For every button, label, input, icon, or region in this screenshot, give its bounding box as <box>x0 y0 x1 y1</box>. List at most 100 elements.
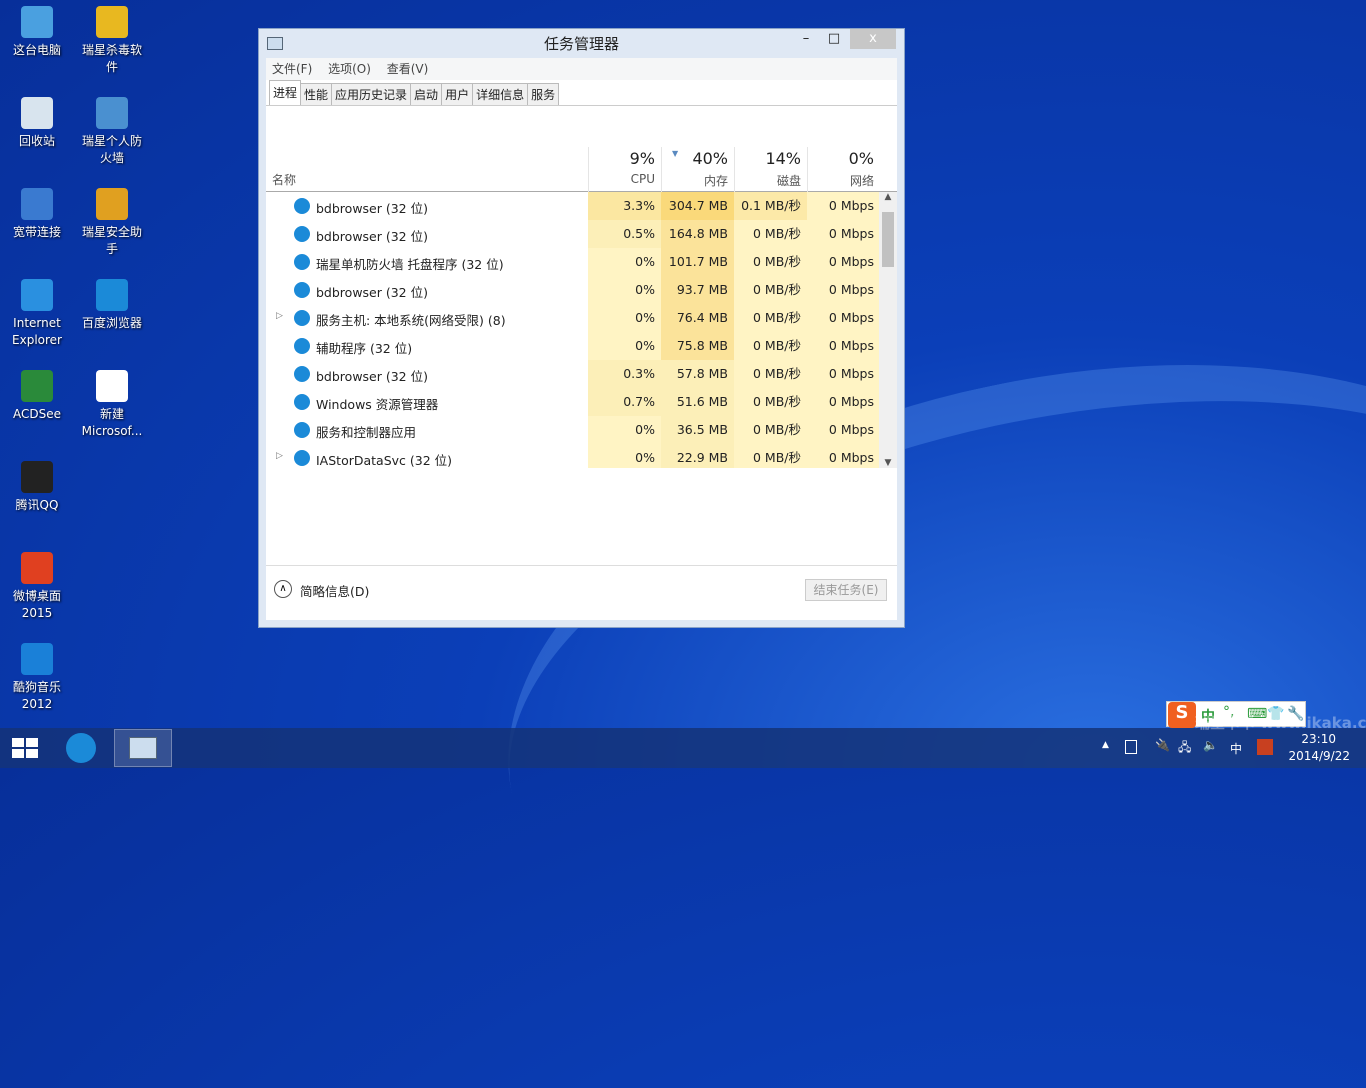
scroll-up-icon[interactable]: ▲ <box>879 192 897 202</box>
process-network: 0 Mbps <box>807 192 879 220</box>
desktop-icon-label: 瑞星安全助手 <box>81 225 142 256</box>
tab-app-history[interactable]: 应用历史记录 <box>331 83 412 105</box>
column-usage: 14% <box>765 149 801 168</box>
process-disk: 0 MB/秒 <box>734 444 807 468</box>
desktop-icon[interactable]: 微博桌面 2015 <box>2 552 72 622</box>
tab-startup[interactable]: 启动 <box>410 83 443 105</box>
minimize-button[interactable]: – <box>792 29 820 49</box>
process-row[interactable]: bdbrowser (32 位) 3.3% 304.7 MB 0.1 MB/秒 0 Mb… <box>266 192 879 220</box>
menu-file[interactable]: 文件(F) <box>272 58 312 80</box>
process-row[interactable]: 辅助程序 (32 位) 0% 75.8 MB 0 MB/秒 0 Mbps <box>266 332 879 360</box>
desktop-icon-label: 腾讯QQ <box>15 498 59 512</box>
desktop-icon-image <box>96 97 128 129</box>
process-cpu: 0% <box>588 444 661 468</box>
scroll-thumb[interactable] <box>882 212 894 267</box>
desktop-icon-label: 微博桌面 2015 <box>12 589 61 620</box>
tab-bar: 进程 性能 应用历史记录 启动 用户 详细信息 服务 <box>266 80 897 106</box>
desktop-icon-image <box>21 97 53 129</box>
expand-icon[interactable]: ▷ <box>276 311 283 321</box>
power-icon[interactable]: 🔌 <box>1155 738 1170 752</box>
desktop-icon[interactable]: 新建 Microsof... <box>77 370 147 440</box>
process-cpu: 0.5% <box>588 220 661 248</box>
start-button[interactable] <box>12 738 38 758</box>
desktop-icon[interactable]: 瑞星杀毒软件 <box>77 6 147 76</box>
expand-icon[interactable]: ▷ <box>276 451 283 461</box>
menu-options[interactable]: 选项(O) <box>328 58 371 80</box>
column-cpu[interactable]: 9% CPU <box>588 147 661 192</box>
process-row[interactable]: ▷ 服务主机: 本地系统(网络受限) (8) 0% 76.4 MB 0 MB/秒 0 Mb… <box>266 304 879 332</box>
desktop-icon[interactable]: 瑞星个人防火墙 <box>77 97 147 167</box>
show-hidden-icons[interactable]: ▲ <box>1102 740 1109 750</box>
sogou-tray-icon[interactable] <box>1257 739 1273 755</box>
process-name: IAStorDataSvc (32 位) <box>316 453 453 468</box>
process-row[interactable]: bdbrowser (32 位) 0% 93.7 MB 0 MB/秒 0 Mbps <box>266 276 879 304</box>
process-network: 0 Mbps <box>807 248 879 276</box>
process-row[interactable]: ▷ IAStorDataSvc (32 位) 0% 22.9 MB 0 MB/秒 0 Mb… <box>266 444 879 468</box>
action-center-icon[interactable] <box>1125 740 1137 754</box>
process-icon <box>294 198 310 214</box>
process-network: 0 Mbps <box>807 444 879 468</box>
process-row[interactable]: Windows 资源管理器 0.7% 51.6 MB 0 MB/秒 0 Mbps <box>266 388 879 416</box>
collapse-icon[interactable]: ∧ <box>274 580 292 598</box>
column-label: CPU <box>630 172 655 186</box>
process-icon <box>294 226 310 242</box>
tab-performance[interactable]: 性能 <box>300 83 333 105</box>
desktop-icon-label: 宽带连接 <box>12 225 61 239</box>
column-memory[interactable]: ▼ 40% 内存 <box>661 147 734 192</box>
network-icon[interactable]: 🖧 <box>1178 738 1191 759</box>
column-label: 内存 <box>703 174 728 188</box>
process-memory: 57.8 MB <box>661 360 734 388</box>
fewer-details-link[interactable]: 简略信息(D) <box>300 581 369 600</box>
close-button[interactable]: x <box>850 29 896 49</box>
desktop-icon[interactable]: 这台电脑 <box>2 6 72 59</box>
desktop-icon-label: ACDSee <box>13 407 61 421</box>
desktop-icon[interactable]: Internet Explorer <box>2 279 72 349</box>
process-name: bdbrowser (32 位) <box>316 369 428 384</box>
sogou-logo[interactable]: S <box>1168 702 1196 728</box>
tab-services[interactable]: 服务 <box>527 83 560 105</box>
desktop-icon-image <box>21 552 53 584</box>
vertical-scrollbar[interactable]: ▲ ▼ <box>879 192 897 468</box>
process-name: 服务主机: 本地系统(网络受限) (8) <box>316 313 506 328</box>
tab-processes[interactable]: 进程 <box>269 80 302 105</box>
process-cpu: 0.7% <box>588 388 661 416</box>
language-indicator[interactable]: 中 <box>1230 740 1242 757</box>
process-network: 0 Mbps <box>807 276 879 304</box>
process-name: bdbrowser (32 位) <box>316 201 428 216</box>
desktop-icon-label: 百度浏览器 <box>81 316 142 330</box>
end-task-button[interactable]: 结束任务(E) <box>805 579 887 601</box>
desktop-icon[interactable]: 宽带连接 <box>2 188 72 241</box>
desktop-icon-image <box>96 370 128 402</box>
process-memory: 36.5 MB <box>661 416 734 444</box>
taskbar-baidu-browser[interactable] <box>52 729 110 767</box>
column-usage: 0% <box>848 149 874 168</box>
desktop-icon[interactable]: 百度浏览器 <box>77 279 147 332</box>
column-label: 磁盘 <box>776 174 801 188</box>
tab-users[interactable]: 用户 <box>441 83 474 105</box>
title-bar[interactable]: 任务管理器 – □ x <box>259 29 904 57</box>
maximize-button[interactable]: □ <box>820 29 848 49</box>
process-row[interactable]: bdbrowser (32 位) 0.3% 57.8 MB 0 MB/秒 0 Mbps <box>266 360 879 388</box>
menu-view[interactable]: 查看(V) <box>387 58 429 80</box>
task-manager-app-icon <box>267 37 283 50</box>
process-row[interactable]: 瑞星单机防火墙 托盘程序 (32 位) 0% 101.7 MB 0 MB/秒 0 Mbp… <box>266 248 879 276</box>
desktop-icon[interactable]: 瑞星安全助手 <box>77 188 147 258</box>
desktop-icon[interactable]: 回收站 <box>2 97 72 150</box>
scroll-down-icon[interactable]: ▼ <box>879 458 897 468</box>
desktop-icon[interactable]: 酷狗音乐 2012 <box>2 643 72 713</box>
column-disk[interactable]: 14% 磁盘 <box>734 147 807 192</box>
clock-time[interactable]: 23:10 <box>1301 732 1336 746</box>
desktop-icon[interactable]: 腾讯QQ <box>2 461 72 514</box>
process-row[interactable]: 服务和控制器应用 0% 36.5 MB 0 MB/秒 0 Mbps <box>266 416 879 444</box>
tab-details[interactable]: 详细信息 <box>472 83 529 105</box>
process-row[interactable]: bdbrowser (32 位) 0.5% 164.8 MB 0 MB/秒 0 Mbps <box>266 220 879 248</box>
volume-icon[interactable]: 🔈 <box>1203 738 1218 752</box>
column-network[interactable]: 0% 网络 <box>807 147 880 192</box>
taskbar-task-manager[interactable] <box>114 729 172 767</box>
process-icon <box>294 310 310 326</box>
desktop-icon[interactable]: ACDSee <box>2 370 72 423</box>
column-name[interactable]: 名称 <box>272 171 296 188</box>
desktop-icon-image <box>21 370 53 402</box>
process-disk: 0 MB/秒 <box>734 220 807 248</box>
clock-date[interactable]: 2014/9/22 <box>1288 749 1350 763</box>
